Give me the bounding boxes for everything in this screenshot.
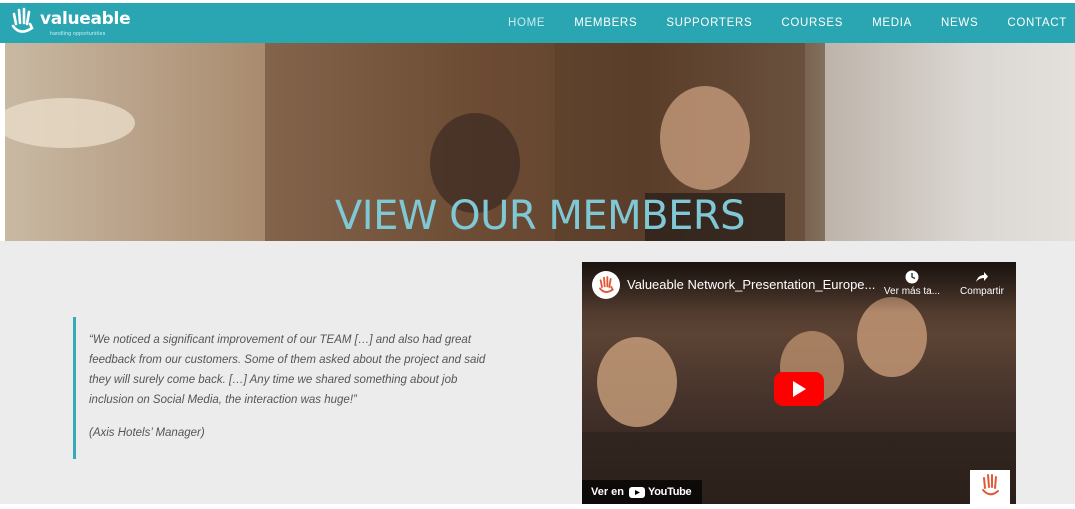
- share-arrow-icon: [976, 272, 988, 282]
- youtube-logo: YouTube: [629, 486, 692, 498]
- share-button[interactable]: Compartir: [952, 270, 1012, 297]
- channel-watermark[interactable]: [970, 470, 1010, 504]
- quote-text: “We noticed a significant improvement of…: [89, 334, 486, 406]
- youtube-video-embed[interactable]: Valueable Network_Presentation_Europe...…: [582, 262, 1016, 504]
- play-button[interactable]: [774, 372, 824, 406]
- watch-later-button[interactable]: Ver más ta...: [880, 270, 944, 297]
- watch-later-label: Ver más ta...: [883, 286, 941, 297]
- youtube-label: YouTube: [648, 486, 692, 498]
- hand-logo-icon: [982, 474, 999, 496]
- nav-item-members[interactable]: MEMBERS: [574, 17, 637, 29]
- play-icon: [793, 381, 806, 397]
- clock-icon: [905, 270, 919, 284]
- share-label: Compartir: [960, 286, 1004, 297]
- nav-item-news[interactable]: NEWS: [941, 17, 978, 29]
- main-menu: HOME MEMBERS SUPPORTERS COURSES MEDIA NE…: [508, 3, 1075, 43]
- nav-item-courses[interactable]: COURSES: [781, 17, 843, 29]
- hero-title: VIEW OUR MEMBERS: [334, 193, 746, 239]
- brand-logo[interactable]: valueable handling opportunities: [10, 6, 140, 40]
- channel-avatar[interactable]: [592, 271, 620, 299]
- testimonial-quote: “We noticed a significant improvement of…: [73, 317, 493, 459]
- video-title[interactable]: Valueable Network_Presentation_Europe...: [627, 277, 875, 292]
- quote-author: (Axis Hotels’ Manager): [89, 427, 205, 439]
- hand-logo-icon: [11, 7, 34, 33]
- nav-item-supporters[interactable]: SUPPORTERS: [666, 17, 752, 29]
- brand-tagline: handling opportunities: [50, 31, 106, 37]
- hero-banner: VIEW OUR MEMBERS: [5, 43, 1075, 241]
- watch-on-youtube-link[interactable]: Ver en YouTube: [582, 480, 702, 504]
- watch-on-label: Ver en: [591, 486, 625, 498]
- nav-item-home[interactable]: HOME: [508, 17, 545, 29]
- top-navbar: valueable handling opportunities HOME ME…: [0, 3, 1075, 43]
- hand-logo-icon: [599, 276, 614, 293]
- youtube-logo-icon: [629, 486, 646, 498]
- nav-item-contact[interactable]: CONTACT: [1007, 17, 1067, 29]
- nav-item-media[interactable]: MEDIA: [872, 17, 912, 29]
- brand-name: valueable: [40, 9, 131, 29]
